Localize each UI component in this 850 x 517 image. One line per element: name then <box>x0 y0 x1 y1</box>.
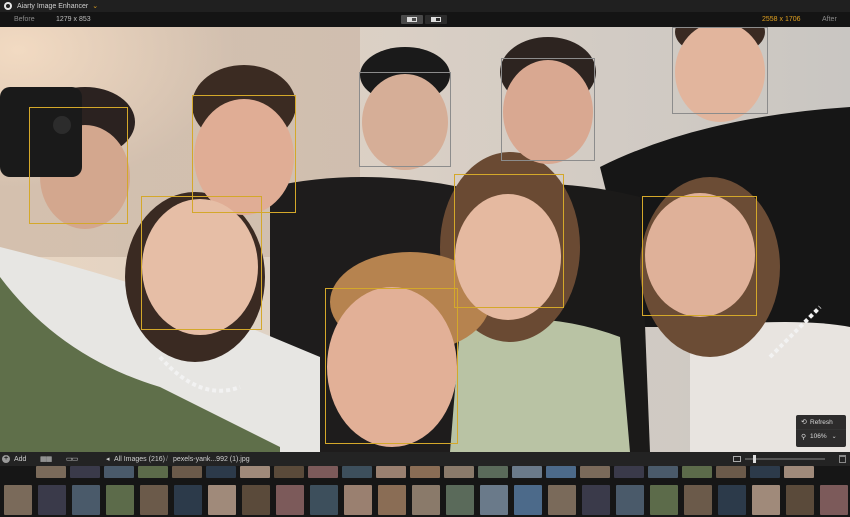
thumbnail[interactable] <box>240 466 270 478</box>
filmstrip <box>0 466 850 517</box>
trash-icon[interactable] <box>839 455 846 463</box>
thumbnail[interactable] <box>378 485 406 515</box>
thumbnail[interactable] <box>104 466 134 478</box>
thumbnail[interactable] <box>580 466 610 478</box>
thumbnail[interactable] <box>276 485 304 515</box>
chevron-down-icon[interactable]: ⌄ <box>92 2 98 10</box>
thumbnail[interactable] <box>344 485 372 515</box>
back-arrow-icon[interactable]: ◂ <box>106 455 110 463</box>
thumbnail[interactable] <box>208 485 236 515</box>
thumbnail[interactable] <box>72 485 100 515</box>
thumbnail[interactable] <box>650 485 678 515</box>
before-size: 1279 x 853 <box>56 16 91 23</box>
thumbnail[interactable] <box>716 466 746 478</box>
thumbnail[interactable] <box>718 485 746 515</box>
zoom-value: 106% <box>810 433 827 440</box>
app-title: Aiarty Image Enhancer <box>17 2 89 10</box>
thumbnail[interactable] <box>682 466 712 478</box>
face-detection-box[interactable] <box>672 27 768 114</box>
all-images-link[interactable]: All Images (216) <box>114 456 165 463</box>
filmstrip-toolbar: + Add ▦▦ ▭▭ ◂ All Images (216) / pexels-… <box>0 452 850 466</box>
thumbnail-size-slider[interactable] <box>733 455 825 463</box>
thumbnail[interactable] <box>410 466 440 478</box>
list-view-icon[interactable]: ▭▭ <box>66 455 78 463</box>
thumbnail[interactable] <box>242 485 270 515</box>
plus-icon: + <box>2 455 10 463</box>
thumbnail[interactable] <box>174 485 202 515</box>
before-label: Before <box>14 16 35 23</box>
zoom-dropdown[interactable]: ⚲ 106% ⌄ <box>796 429 846 443</box>
chevron-down-icon: ⌄ <box>831 434 837 440</box>
thumbnail[interactable] <box>616 485 644 515</box>
thumbnail-row <box>0 466 850 478</box>
slider-handle[interactable] <box>753 455 756 463</box>
magnifier-icon: ⚲ <box>801 433 807 441</box>
split-view-button[interactable] <box>401 15 423 24</box>
refresh-label: Refresh <box>810 418 833 426</box>
thumbnail[interactable] <box>786 485 814 515</box>
thumbnail[interactable] <box>274 466 304 478</box>
thumbnail[interactable] <box>36 466 66 478</box>
thumbnail[interactable] <box>4 485 32 515</box>
refresh-icon: ⟲ <box>801 419 807 426</box>
zoom-panel: ⟲ Refresh ⚲ 106% ⌄ <box>796 415 846 447</box>
face-detection-box[interactable] <box>501 58 595 161</box>
title-bar: Aiarty Image Enhancer ⌄ <box>0 0 850 12</box>
thumbnail[interactable] <box>548 485 576 515</box>
thumbnail[interactable] <box>446 485 474 515</box>
face-detection-box[interactable] <box>29 107 128 224</box>
thumbnail[interactable] <box>514 485 542 515</box>
thumbnail[interactable] <box>342 466 372 478</box>
add-label: Add <box>14 455 27 463</box>
face-detection-box[interactable] <box>454 174 564 308</box>
face-detection-box[interactable] <box>359 72 451 167</box>
side-by-side-icon <box>431 17 441 22</box>
thumbnail[interactable] <box>38 485 66 515</box>
face-detection-box[interactable] <box>642 196 757 316</box>
thumbnail[interactable] <box>512 466 542 478</box>
thumbnail[interactable] <box>310 485 338 515</box>
thumbnail[interactable] <box>308 466 338 478</box>
thumbnail[interactable] <box>784 466 814 478</box>
thumbnail[interactable] <box>820 485 848 515</box>
thumbnail[interactable] <box>614 466 644 478</box>
image-icon <box>733 456 741 462</box>
thumbnail[interactable] <box>412 485 440 515</box>
thumbnail[interactable] <box>106 485 134 515</box>
refresh-button[interactable]: ⟲ Refresh <box>796 415 846 429</box>
thumbnail[interactable] <box>206 466 236 478</box>
after-label: After <box>822 16 837 23</box>
side-by-side-view-button[interactable] <box>425 15 447 24</box>
thumbnail[interactable] <box>752 485 780 515</box>
view-mode-toggle <box>401 15 447 24</box>
thumbnail[interactable] <box>444 466 474 478</box>
thumbnail[interactable] <box>172 466 202 478</box>
thumbnail[interactable] <box>648 466 678 478</box>
compare-bar: Before 1279 x 853 2558 x 1706 After <box>0 12 850 27</box>
thumbnail[interactable] <box>478 466 508 478</box>
current-file-name: pexels-yank...992 (1).jpg <box>173 455 250 463</box>
slider-track[interactable] <box>745 455 825 463</box>
face-detection-box[interactable] <box>325 288 458 444</box>
breadcrumb-separator: / <box>166 455 168 463</box>
app-window: Aiarty Image Enhancer ⌄ Before 1279 x 85… <box>0 0 850 517</box>
after-size: 2558 x 1706 <box>762 16 801 23</box>
grid-view-icon[interactable]: ▦▦ <box>40 455 52 463</box>
face-detection-box[interactable] <box>141 196 262 330</box>
add-button[interactable]: + Add <box>2 455 26 463</box>
image-viewer[interactable]: ⟲ Refresh ⚲ 106% ⌄ <box>0 27 850 452</box>
thumbnail-row <box>0 485 850 515</box>
thumbnail[interactable] <box>684 485 712 515</box>
thumbnail[interactable] <box>70 466 100 478</box>
split-view-icon <box>407 17 417 22</box>
thumbnail[interactable] <box>582 485 610 515</box>
thumbnail[interactable] <box>480 485 508 515</box>
app-logo-icon <box>4 2 12 10</box>
thumbnail[interactable] <box>376 466 406 478</box>
thumbnail[interactable] <box>138 466 168 478</box>
thumbnail[interactable] <box>140 485 168 515</box>
thumbnail[interactable] <box>546 466 576 478</box>
thumbnail[interactable] <box>750 466 780 478</box>
